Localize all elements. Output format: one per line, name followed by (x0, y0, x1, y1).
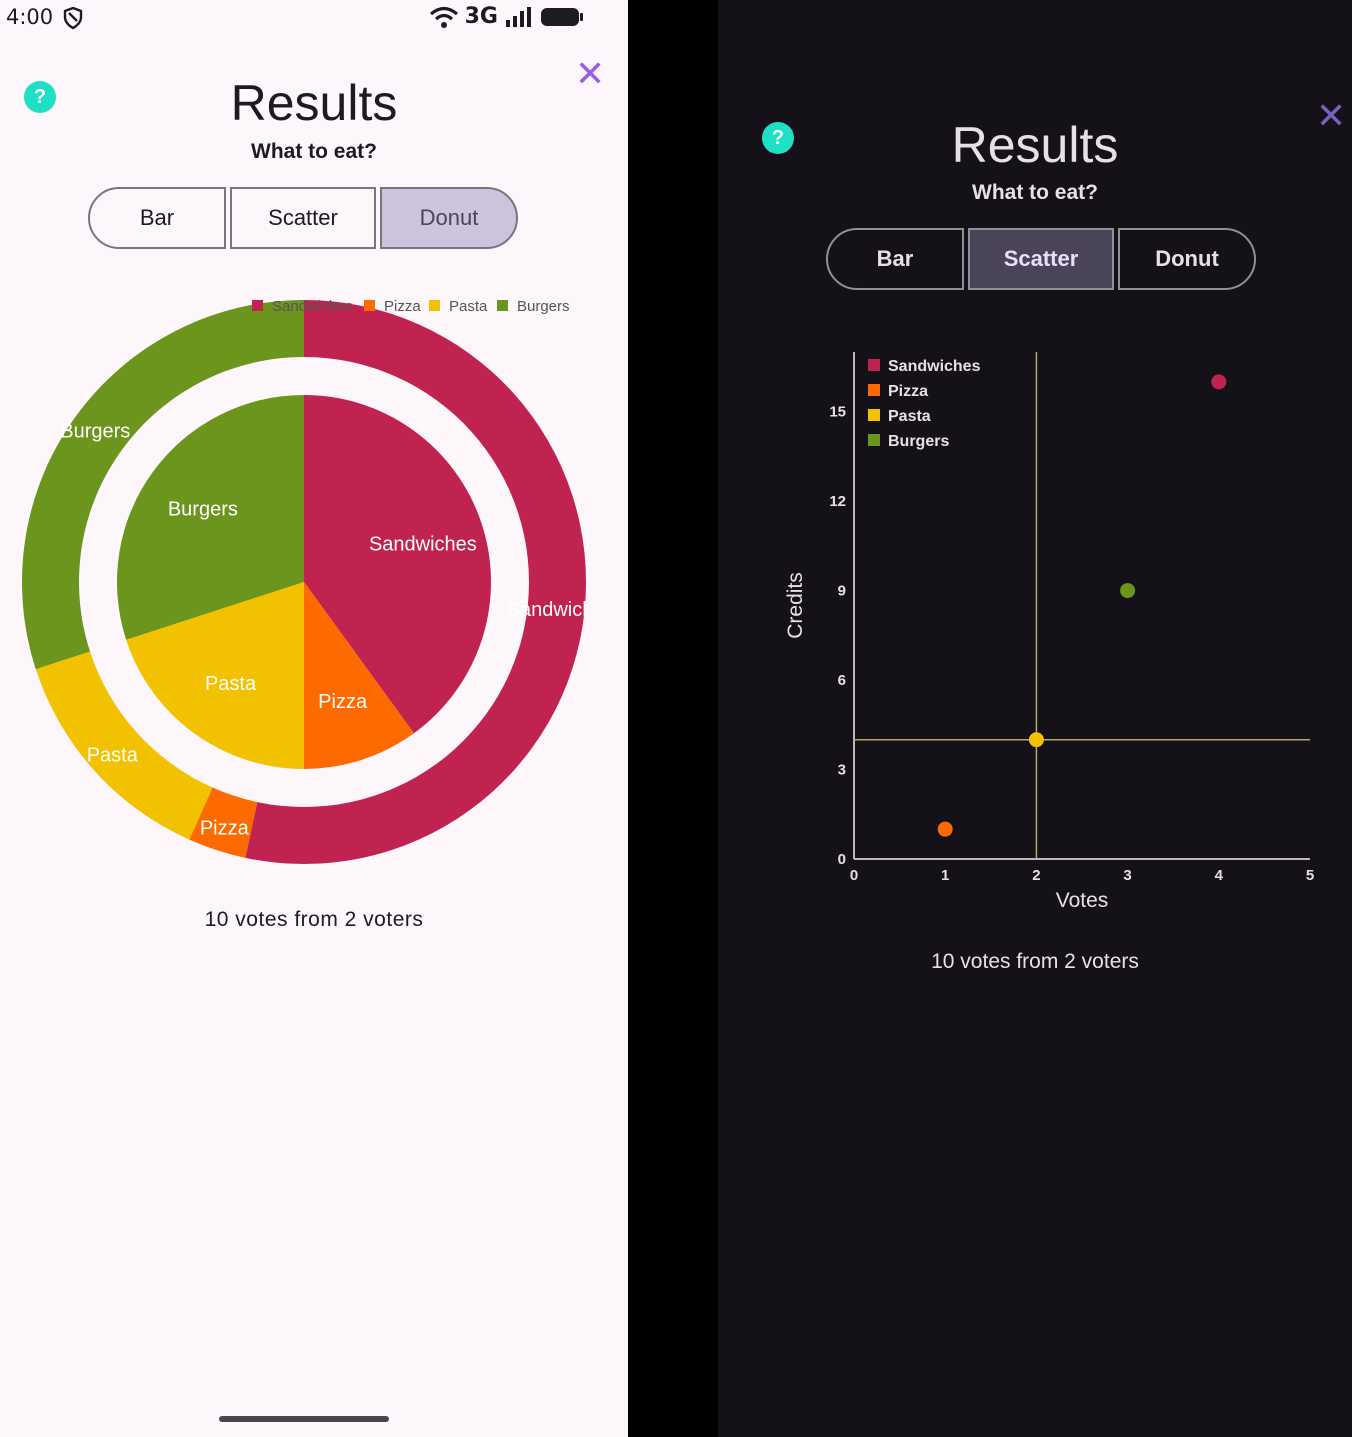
legend-swatch-pasta (868, 409, 880, 421)
x-tick-3: 3 (1123, 867, 1131, 884)
legend-label-pizza: Pizza (888, 383, 928, 400)
inner-label-pizza: Pizza (318, 691, 368, 713)
x-axis-label: Votes (1056, 889, 1109, 912)
legend-label-sandwiches: Sandwiches (272, 298, 353, 315)
light-results-screen: 4:00 3G ? ✕ Results What to eat? Bar Sca… (0, 0, 628, 1437)
legend-label-pasta: Pasta (449, 298, 488, 315)
wifi-icon (429, 6, 458, 28)
y-tick-3: 3 (838, 762, 846, 779)
tab-donut[interactable]: Donut (1118, 228, 1256, 290)
legend-swatch-pizza (868, 384, 880, 396)
inner-label-sandwiches: Sandwiches (369, 533, 477, 555)
poll-question: What to eat? (251, 140, 377, 163)
outer-label-burgers: Burgers (60, 420, 130, 442)
y-axis-label: Credits (784, 572, 807, 639)
shield-icon (63, 6, 83, 30)
chart-type-segmented-control: Bar Scatter Donut (826, 228, 1256, 290)
legend-swatch-sandwiches (868, 359, 880, 371)
black-divider (628, 0, 718, 1437)
legend-swatch-sandwiches (252, 300, 263, 311)
vote-summary: 10 votes from 2 voters (204, 908, 424, 931)
y-tick-9: 9 (838, 583, 846, 600)
x-tick-4: 4 (1215, 867, 1224, 884)
legend-label-pasta: Pasta (888, 408, 931, 425)
legend-label-sandwiches: Sandwiches (888, 358, 981, 375)
legend-label-burgers: Burgers (888, 433, 949, 450)
legend-swatch-pizza (364, 300, 375, 311)
page-title: Results (230, 75, 398, 131)
tab-bar[interactable]: Bar (826, 228, 964, 290)
x-tick-0: 0 (850, 867, 858, 884)
donut-chart: Sandwiches Pizza Pasta Burgers Sandwiches Piz… (21, 298, 615, 864)
legend-swatch-burgers (497, 300, 508, 311)
page-title: Results (951, 117, 1119, 173)
point-pasta[interactable] (1028, 732, 1044, 748)
point-burgers[interactable] (1120, 583, 1136, 599)
outer-label-pizza: Pizza (200, 817, 250, 839)
poll-question: What to eat? (972, 181, 1098, 204)
x-tick-5: 5 (1306, 867, 1314, 884)
legend-label-burgers: Burgers (517, 298, 570, 315)
legend-swatch-burgers (868, 434, 880, 446)
x-tick-1: 1 (941, 867, 949, 884)
y-tick-6: 6 (838, 672, 846, 689)
scatter-chart: 036912150 1 2 3 4 5VotesCreditsSandwichesPizz… (784, 352, 1314, 912)
outer-label-sandwiches: Sandwiches (507, 599, 615, 621)
y-tick-0: 0 (838, 851, 846, 868)
network-type: 3G (464, 4, 498, 29)
point-sandwiches[interactable] (1211, 374, 1227, 390)
tab-donut[interactable]: Donut (380, 187, 518, 249)
battery-icon (541, 7, 583, 26)
legend-label-pizza: Pizza (384, 298, 421, 315)
y-tick-12: 12 (829, 493, 846, 510)
vote-summary: 10 votes from 2 voters (931, 950, 1139, 973)
home-indicator[interactable] (219, 1416, 389, 1422)
x-tick-2: 2 (1032, 867, 1040, 884)
y-tick-15: 15 (829, 404, 846, 421)
donut-legend: Sandwiches Pizza Pasta Burgers (252, 298, 570, 315)
inner-label-burgers: Burgers (168, 499, 238, 521)
dark-results-screen: ? ✕ Results What to eat? Bar Scatter Don… (718, 0, 1352, 1437)
signal-icon (506, 6, 531, 27)
tab-scatter[interactable]: Scatter (230, 187, 376, 249)
inner-label-pasta: Pasta (205, 673, 257, 695)
point-pizza[interactable] (937, 821, 953, 837)
tab-bar[interactable]: Bar (88, 187, 226, 249)
tab-scatter[interactable]: Scatter (968, 228, 1114, 290)
chart-type-segmented-control: Bar Scatter Donut (88, 187, 518, 249)
legend-swatch-pasta (429, 300, 440, 311)
status-bar: 4:00 3G (0, 0, 628, 36)
status-time: 4:00 (6, 5, 54, 29)
outer-label-pasta: Pasta (87, 745, 139, 767)
